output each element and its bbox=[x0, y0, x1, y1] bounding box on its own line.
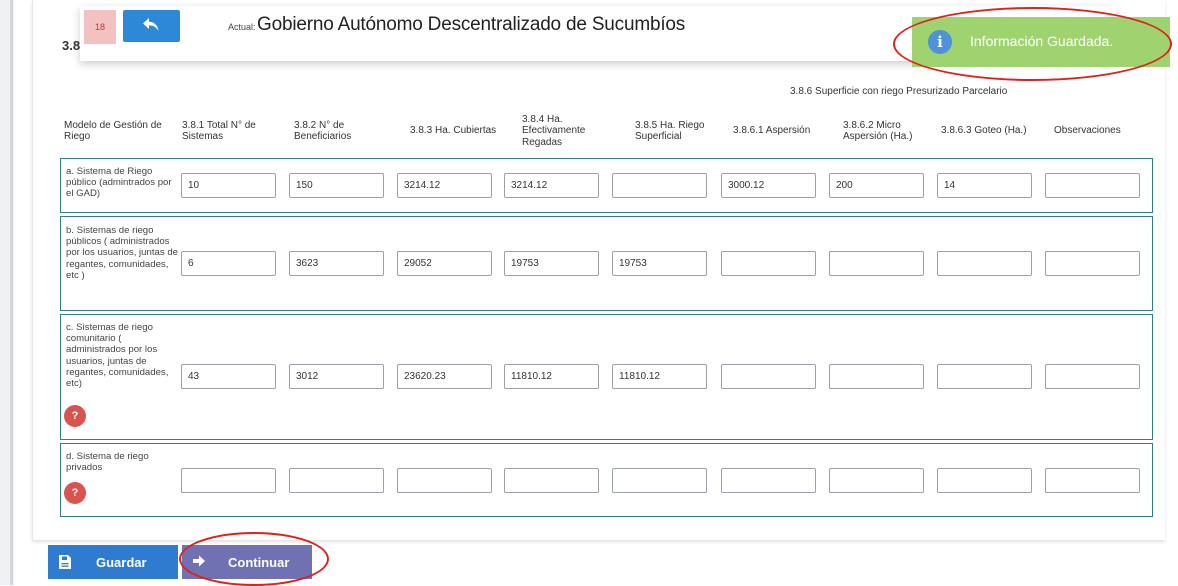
field-observaciones[interactable] bbox=[1045, 173, 1140, 198]
field-goteo[interactable]: 14 bbox=[937, 173, 1032, 198]
help-icon[interactable]: ? bbox=[64, 405, 86, 427]
record-count-badge: 18 bbox=[84, 10, 116, 44]
column-header-micro-aspersion: 3.8.6.2 Micro Aspersión (Ha.) bbox=[843, 119, 913, 143]
arrow-right-icon bbox=[193, 555, 205, 567]
column-header-beneficiarios: 3.8.2 N° de Beneficiarios bbox=[294, 119, 352, 143]
field-ha-cubiertas[interactable]: 23620.23 bbox=[397, 364, 492, 389]
field-observaciones[interactable] bbox=[1045, 468, 1140, 493]
column-header-observaciones: Observaciones bbox=[1054, 125, 1121, 137]
field-goteo[interactable] bbox=[937, 251, 1032, 276]
field-total-sistemas[interactable] bbox=[181, 468, 276, 493]
back-button[interactable] bbox=[123, 10, 180, 42]
field-micro-aspersion[interactable]: 200 bbox=[829, 173, 924, 198]
row-label: b. Sistemas de riego públicos ( administ… bbox=[66, 225, 178, 281]
field-micro-aspersion[interactable] bbox=[829, 468, 924, 493]
field-aspersion[interactable] bbox=[721, 364, 816, 389]
field-ha-cubiertas[interactable]: 3214.12 bbox=[397, 173, 492, 198]
row-label: a. Sistema de Riego público (admintrados… bbox=[66, 166, 172, 200]
field-beneficiarios[interactable]: 3623 bbox=[289, 251, 384, 276]
actual-label: Actual: bbox=[228, 22, 256, 32]
continue-button[interactable]: Continuar bbox=[182, 545, 312, 579]
field-aspersion[interactable] bbox=[721, 251, 816, 276]
field-ha-regadas[interactable] bbox=[504, 468, 599, 493]
info-icon: i bbox=[928, 30, 952, 54]
toast-message: Información Guardada. bbox=[970, 33, 1114, 49]
save-icon bbox=[59, 555, 71, 569]
section-number: 3.8 bbox=[62, 38, 81, 53]
field-total-sistemas[interactable]: 43 bbox=[181, 364, 276, 389]
back-arrow-icon bbox=[143, 18, 159, 31]
field-riego-superficial[interactable] bbox=[612, 173, 707, 198]
field-aspersion[interactable] bbox=[721, 468, 816, 493]
saved-toast: i Información Guardada. bbox=[912, 17, 1170, 67]
field-observaciones[interactable] bbox=[1045, 364, 1140, 389]
field-observaciones[interactable] bbox=[1045, 251, 1140, 276]
save-button-label: Guardar bbox=[96, 555, 147, 570]
field-ha-regadas[interactable]: 19753 bbox=[504, 251, 599, 276]
group-header: 3.8.6 Superficie con riego Presurizado P… bbox=[790, 86, 1008, 97]
field-ha-cubiertas[interactable] bbox=[397, 468, 492, 493]
field-riego-superficial[interactable]: 19753 bbox=[612, 251, 707, 276]
field-micro-aspersion[interactable] bbox=[829, 364, 924, 389]
field-beneficiarios[interactable] bbox=[289, 468, 384, 493]
column-header-aspersion: 3.8.6.1 Aspersión bbox=[733, 125, 811, 137]
column-header-total-sistemas: 3.8.1 Total N° de Sistemas bbox=[182, 119, 256, 143]
row-label: c. Sistemas de riego comunitario ( admin… bbox=[66, 322, 169, 390]
column-header-ha-regadas: 3.8.4 Ha. Efectivamente Regadas bbox=[522, 113, 586, 148]
field-riego-superficial[interactable] bbox=[612, 468, 707, 493]
field-ha-cubiertas[interactable]: 29052 bbox=[397, 251, 492, 276]
field-micro-aspersion[interactable] bbox=[829, 251, 924, 276]
field-riego-superficial[interactable]: 11810.12 bbox=[612, 364, 707, 389]
field-ha-regadas[interactable]: 3214.12 bbox=[504, 173, 599, 198]
column-header-ha-cubiertas: 3.8.3 Ha. Cubiertas bbox=[410, 125, 497, 137]
column-header-riego-superficial: 3.8.5 Ha. Riego Superficial bbox=[635, 119, 705, 143]
field-goteo[interactable] bbox=[937, 468, 1032, 493]
column-header-goteo: 3.8.6.3 Goteo (Ha.) bbox=[941, 125, 1027, 137]
field-beneficiarios[interactable]: 3012 bbox=[289, 364, 384, 389]
help-icon[interactable]: ? bbox=[64, 482, 86, 504]
field-total-sistemas[interactable]: 10 bbox=[181, 173, 276, 198]
column-header-model: Modelo de Gestión de Riego bbox=[64, 119, 162, 143]
save-button[interactable]: Guardar bbox=[48, 545, 178, 579]
continue-button-label: Continuar bbox=[228, 555, 290, 570]
field-total-sistemas[interactable]: 6 bbox=[181, 251, 276, 276]
row-label: d. Sistema de riego privados bbox=[66, 451, 149, 474]
field-aspersion[interactable]: 3000.12 bbox=[721, 173, 816, 198]
field-ha-regadas[interactable]: 11810.12 bbox=[504, 364, 599, 389]
field-goteo[interactable] bbox=[937, 364, 1032, 389]
field-beneficiarios[interactable]: 150 bbox=[289, 173, 384, 198]
entity-name: Gobierno Autónomo Descentralizado de Suc… bbox=[257, 14, 686, 35]
left-gutter bbox=[0, 0, 14, 585]
